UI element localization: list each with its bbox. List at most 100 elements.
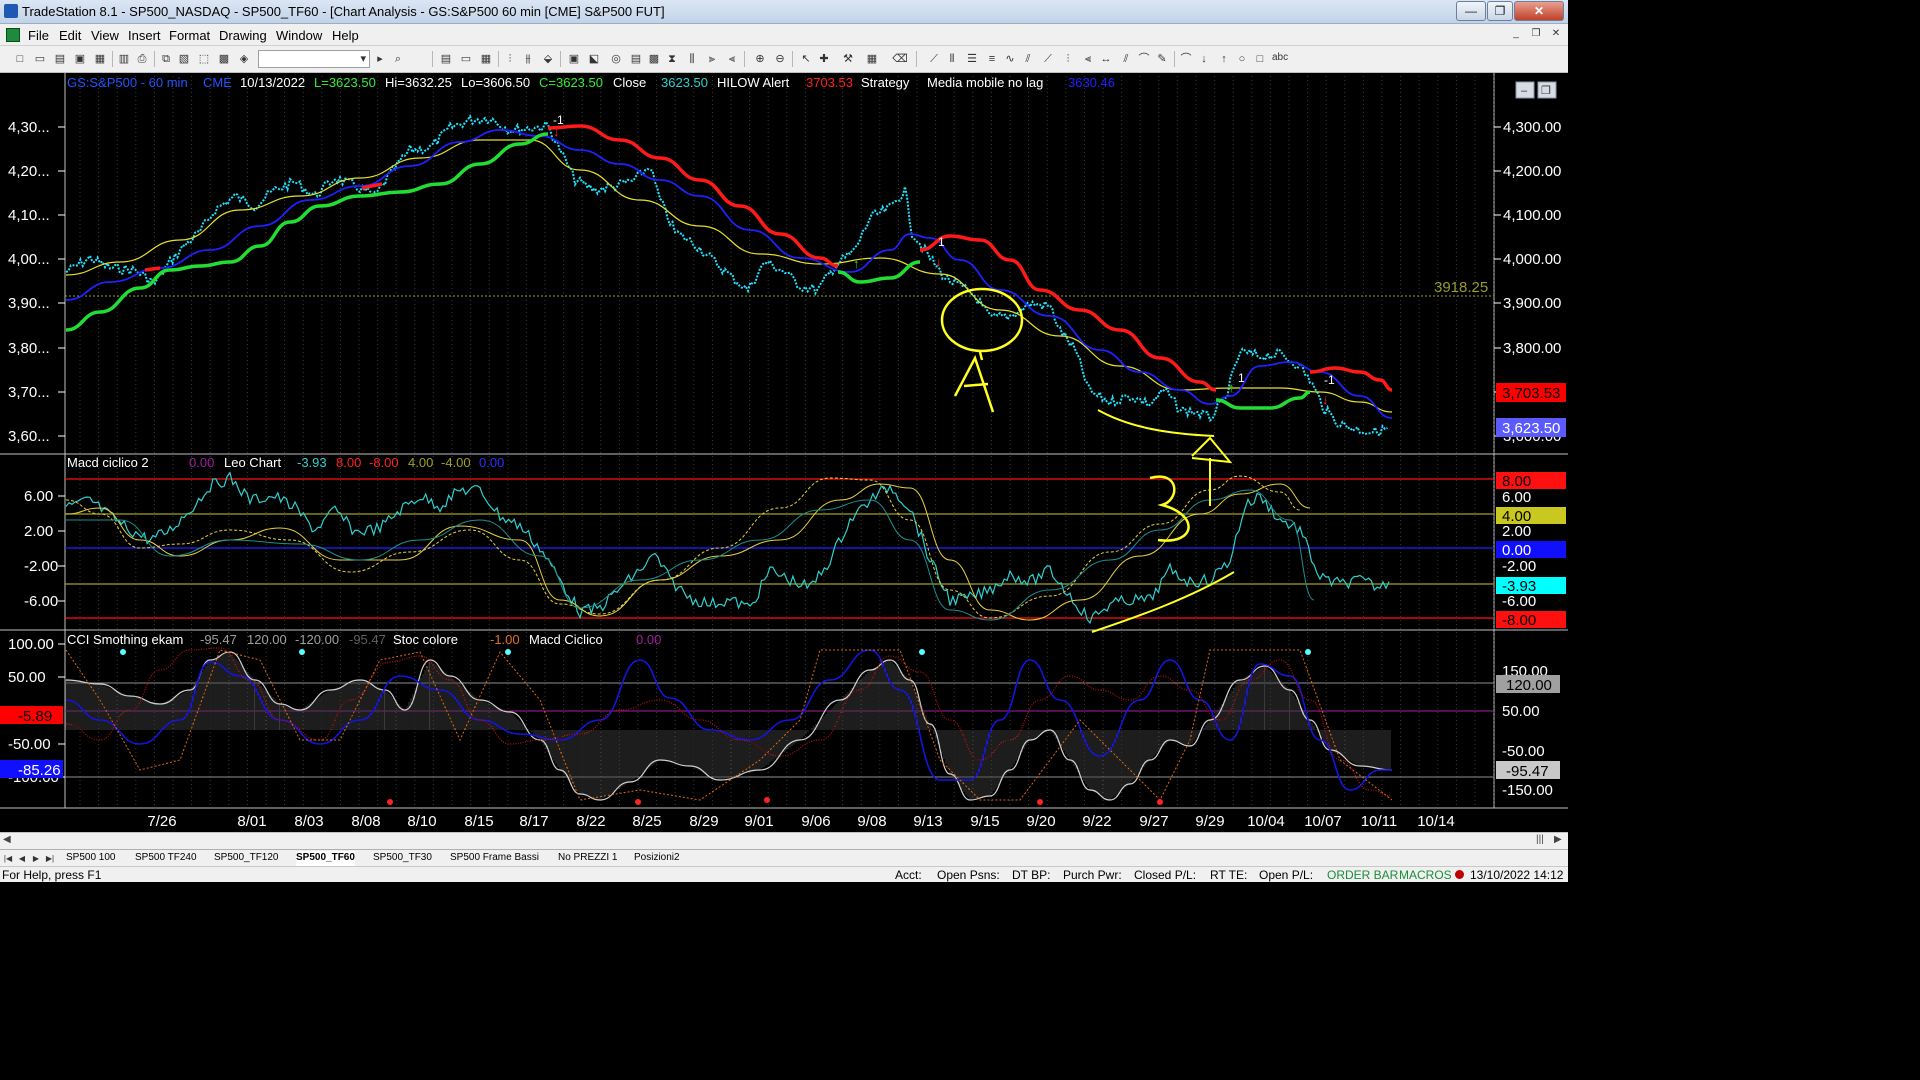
save-all-icon[interactable]: ▥ (116, 51, 132, 67)
close-doc-icon[interactable]: ▣ (72, 51, 88, 67)
chart-window-icon[interactable]: ▩ (646, 51, 662, 67)
erase-icon[interactable]: ⌫ (892, 51, 908, 67)
symbol-combo[interactable] (258, 50, 370, 68)
order-bar-button[interactable]: ORDER BAR (1327, 868, 1398, 882)
chart-low: Lo=3606.50 (461, 75, 530, 90)
insert-analysis-icon[interactable]: ▣ (566, 51, 582, 67)
pencil-icon[interactable]: ✎ (1154, 51, 1170, 67)
save-icon[interactable]: ▦ (92, 51, 108, 67)
chart-format-icon[interactable]: ⬚ (196, 51, 212, 67)
menu-file[interactable]: File (28, 28, 49, 43)
price-tick-left: 3,60... (8, 428, 50, 445)
tab-last-icon[interactable]: ▶| (44, 852, 56, 865)
sell-arrow-icon[interactable]: ↓ (1196, 51, 1212, 67)
cci-marker (635, 799, 641, 805)
macros-button[interactable]: MACROS (1399, 868, 1452, 882)
arc-icon[interactable]: ⌒ (1136, 51, 1152, 67)
crosshair-icon[interactable]: ✚ (816, 51, 832, 67)
menu-help[interactable]: Help (332, 28, 359, 43)
tab-sp500-tf240[interactable]: SP500 TF240 (135, 851, 197, 866)
bar-icon[interactable]: ⫶ (502, 51, 518, 67)
mdi-close-button[interactable]: ✕ (1548, 27, 1564, 42)
open-icon[interactable]: ▭ (32, 51, 48, 67)
andrews-icon[interactable]: ⫷ (1080, 51, 1096, 67)
chart-icon[interactable]: ▤ (438, 51, 454, 67)
window-icon[interactable]: ▭ (458, 51, 474, 67)
vertical-lines-icon[interactable]: ⦀ (944, 51, 960, 67)
minimize-button[interactable]: — (1456, 1, 1486, 21)
maximize-button[interactable]: ❐ (1487, 1, 1513, 21)
tools-icon[interactable]: ⚒ (840, 51, 856, 67)
rectangle-icon[interactable]: □ (1252, 51, 1268, 67)
tab-no-prezzi[interactable]: No PREZZI 1 (558, 851, 617, 866)
tab-sp500-tf30[interactable]: SP500_TF30 (373, 851, 432, 866)
ellipse-icon[interactable]: ○ (1234, 51, 1250, 67)
scroll-thumb-icon[interactable]: ||| (1536, 834, 1544, 845)
find-icon[interactable]: ⌕ (390, 51, 406, 67)
zoom-out-icon[interactable]: ⊖ (772, 51, 788, 67)
speed-lines-icon[interactable]: ⟋ (1040, 51, 1056, 67)
text-tool-label[interactable]: abc (1272, 52, 1288, 63)
document-icon[interactable] (6, 28, 20, 42)
tab-first-icon[interactable]: |◀ (2, 852, 14, 865)
menu-view[interactable]: View (91, 28, 119, 43)
tab-next-icon[interactable]: ▶ (30, 852, 42, 865)
gann-icon[interactable]: ⫶ (1060, 51, 1076, 67)
tab-prev-icon[interactable]: ◀ (16, 852, 28, 865)
object-icon[interactable]: ◈ (236, 51, 252, 67)
news-icon[interactable]: ⫷ (724, 51, 740, 67)
zoom-in-icon[interactable]: ⊕ (752, 51, 768, 67)
close-button[interactable]: ✕ (1514, 1, 1564, 21)
status-acct: Acct: (895, 868, 922, 882)
time-sales-icon[interactable]: ⧗ (664, 51, 680, 67)
new-icon[interactable]: □ (12, 51, 28, 67)
tab-sp500-tf60[interactable]: SP500_TF60 (296, 851, 355, 866)
pointer-icon[interactable]: ↖ (798, 51, 814, 67)
grid-icon[interactable]: ▦ (478, 51, 494, 67)
curve-icon[interactable]: ⌒ (1178, 51, 1194, 67)
menu-window[interactable]: Window (276, 28, 322, 43)
date-tick: 10/04 (1247, 813, 1285, 830)
tab-sp500-100[interactable]: SP500 100 (66, 851, 116, 866)
trendline-icon[interactable]: ⟋ (926, 51, 942, 67)
radar-icon[interactable]: ◎ (608, 51, 624, 67)
cci-title: CCI Smothing ekam (67, 632, 183, 647)
arrow-both-icon[interactable]: ↔ (1098, 51, 1114, 67)
scanner-icon[interactable]: ⫸ (704, 51, 720, 67)
regression-icon[interactable]: ∿ (1002, 51, 1018, 67)
buy-arrow-icon[interactable]: ↑ (1216, 51, 1232, 67)
scroll-right-icon[interactable]: ▶ (1554, 834, 1562, 845)
pane-minimize-button[interactable]: – (1521, 85, 1528, 97)
horizontal-line-icon[interactable]: ☰ (964, 51, 980, 67)
menu-format[interactable]: Format (169, 28, 210, 43)
print-icon[interactable]: ⎙ (134, 51, 150, 67)
scroll-left-icon[interactable]: ◀ (3, 834, 11, 845)
strategy-icon[interactable]: ⬙ (540, 51, 556, 67)
matrix-icon[interactable]: ▤ (628, 51, 644, 67)
format-icon[interactable]: ▧ (176, 51, 192, 67)
mdi-restore-button[interactable]: ❐ (1528, 27, 1544, 42)
open-workspace-icon[interactable]: ▤ (52, 51, 68, 67)
combo-arrow-icon[interactable]: ▸ (372, 51, 388, 67)
link-icon[interactable]: ⧉ (158, 51, 174, 67)
option-icon[interactable]: ⫼ (684, 51, 700, 67)
parallel-icon[interactable]: ⫽ (1118, 51, 1134, 67)
menu-edit[interactable]: Edit (59, 28, 81, 43)
format-analysis-icon[interactable]: ⬕ (586, 51, 602, 67)
tab-posizioni2[interactable]: Posizioni2 (634, 851, 680, 866)
fib-icon[interactable]: ⫽ (1020, 51, 1036, 67)
menu-insert[interactable]: Insert (128, 28, 161, 43)
mdi-minimize-button[interactable]: _ (1508, 27, 1524, 42)
chart-area[interactable]: – ❐ -111 -1↓↓↓↑↑ GS:S&P500 - 60 min CME 1… (0, 73, 1568, 832)
date-tick: 9/08 (857, 813, 886, 830)
menu-drawing[interactable]: Drawing (219, 28, 267, 43)
tab-frame-bassi[interactable]: SP500 Frame Bassi (450, 851, 539, 866)
tab-sp500-tf120[interactable]: SP500_TF120 (214, 851, 279, 866)
candle-icon[interactable]: ⫵ (520, 51, 536, 67)
horizontal-scrollbar[interactable]: ◀ ||| ▶ (0, 832, 1568, 849)
cci-marker (1305, 649, 1311, 655)
pane-restore-button[interactable]: ❐ (1541, 85, 1551, 97)
channel-icon[interactable]: ≡ (984, 51, 1000, 67)
data-icon[interactable]: ▩ (216, 51, 232, 67)
drawing-objects-icon[interactable]: ▦ (864, 51, 880, 67)
